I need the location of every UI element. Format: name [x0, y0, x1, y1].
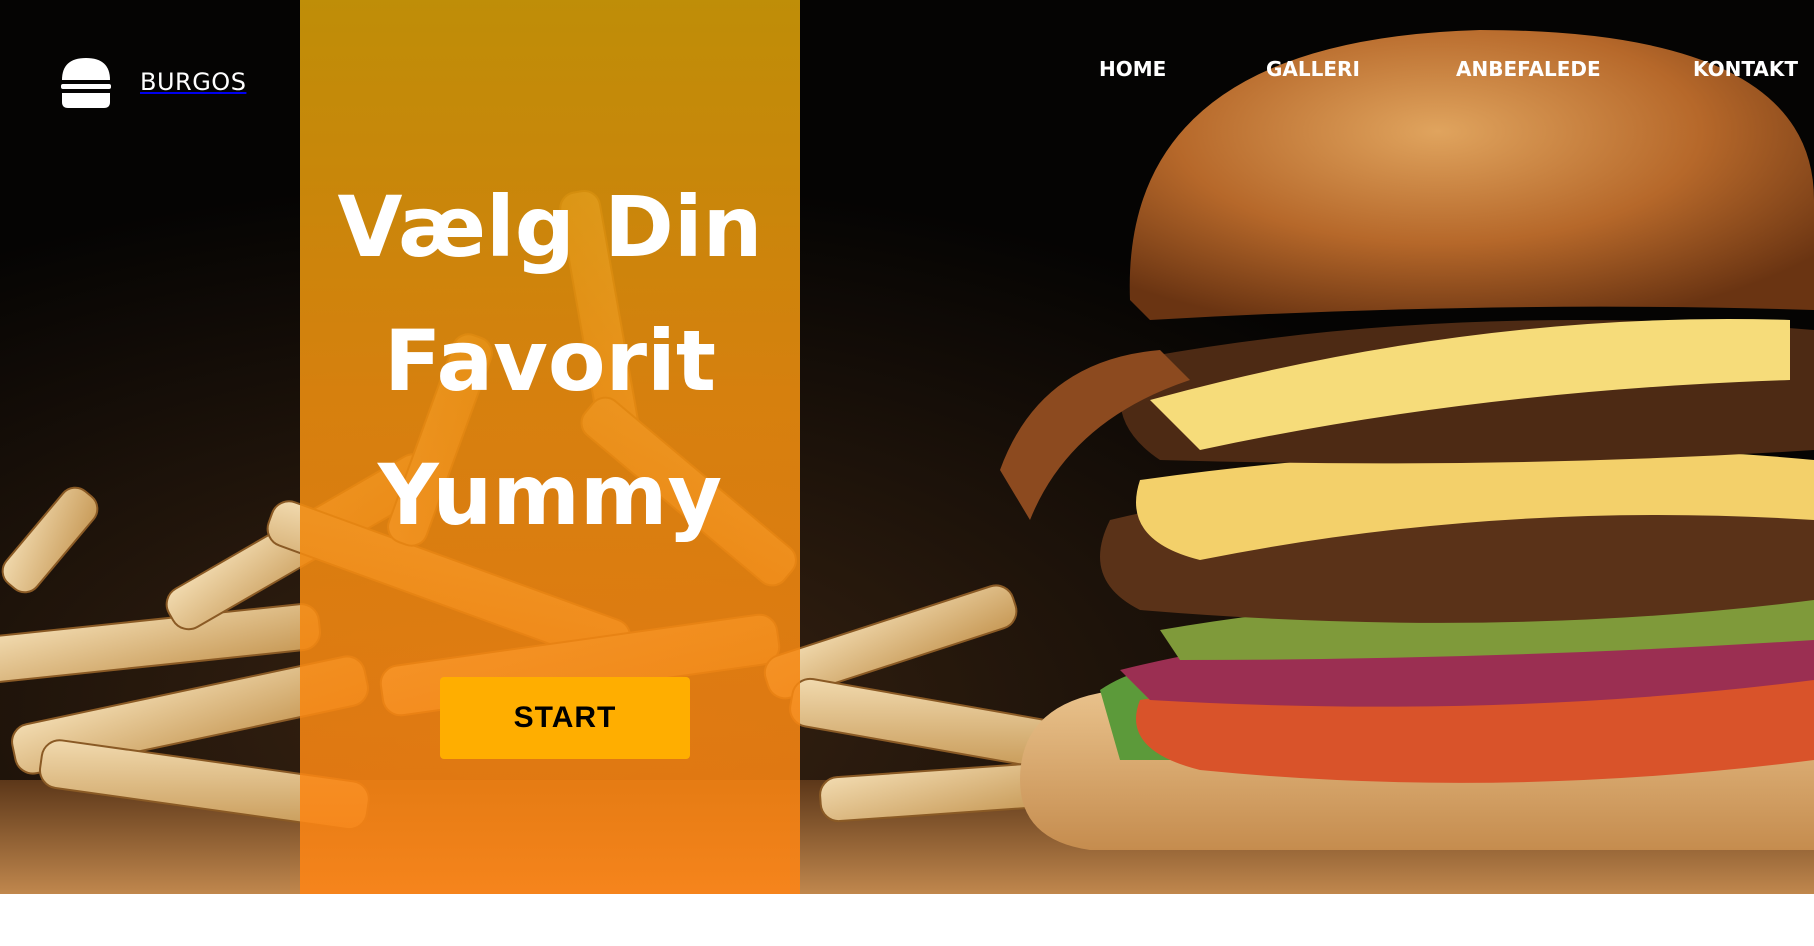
nav-galleri[interactable]: GALLERI: [1266, 54, 1360, 84]
start-button[interactable]: START: [440, 677, 690, 759]
hero-section: Vælg Din Favorit Yummy START: [0, 0, 1814, 894]
hero-background-image: [0, 0, 1814, 894]
nav-kontakt[interactable]: KONTAKT: [1693, 54, 1798, 84]
hero-title-line-1: Vælg Din: [337, 178, 763, 276]
hero-title-line-3: Yummy: [377, 446, 723, 544]
nav-anbefalede[interactable]: ANBEFALEDE: [1456, 54, 1601, 84]
hero-title-line-2: Favorit: [384, 312, 716, 410]
main-nav: HOME GALLERI ANBEFALEDE KONTAKT: [0, 54, 1814, 84]
hero-title: Vælg Din Favorit Yummy: [300, 160, 800, 562]
nav-home[interactable]: HOME: [1099, 54, 1166, 84]
